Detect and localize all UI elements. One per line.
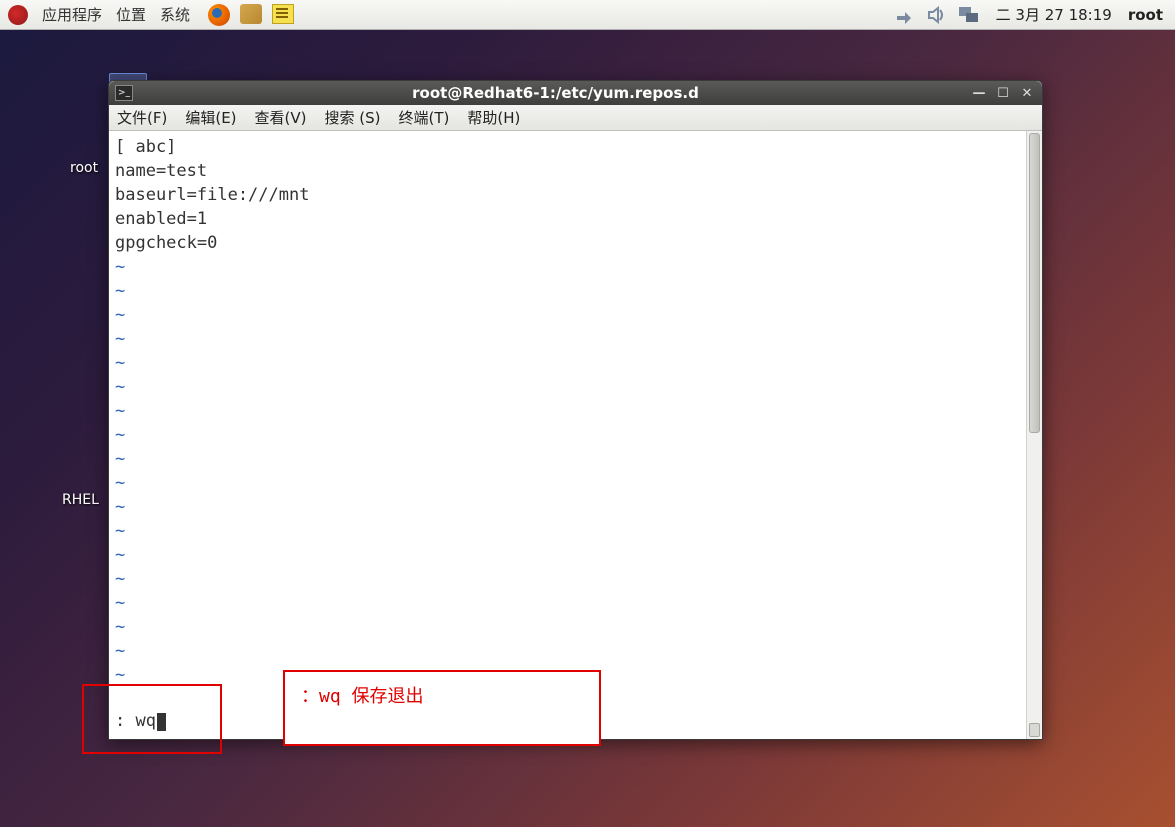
terminal-content[interactable]: [ abc] name=test baseurl=file:///mnt ena… — [109, 131, 1026, 739]
maximize-button[interactable]: ☐ — [994, 85, 1012, 101]
terminal-app-icon: >_ — [115, 85, 133, 101]
menu-view[interactable]: 查看(V) — [255, 107, 307, 128]
window-title: root@Redhat6-1:/etc/yum.repos.d — [141, 84, 970, 102]
sound-icon[interactable] — [926, 5, 948, 25]
terminal-window: >_ root@Redhat6-1:/etc/yum.repos.d — ☐ ✕… — [108, 80, 1043, 740]
vim-tilde: ~ — [115, 497, 125, 517]
menu-help[interactable]: 帮助(H) — [467, 107, 520, 128]
vim-tilde: ~ — [115, 401, 125, 421]
annotation-text: ：wq 保存退出 — [301, 682, 424, 708]
applications-menu[interactable]: 应用程序 — [42, 4, 102, 25]
file-line: enabled=1 — [115, 209, 207, 229]
vim-tilde: ~ — [115, 545, 125, 565]
annotation-callout: ：wq 保存退出 — [283, 670, 601, 746]
clock[interactable]: 二 3月 27 18:19 — [996, 4, 1112, 25]
top-panel: 应用程序 位置 系统 二 3月 27 18:19 root — [0, 0, 1175, 30]
vim-tilde: ~ — [115, 569, 125, 589]
scrollbar-down-arrow[interactable] — [1029, 723, 1040, 737]
scrollbar-thumb[interactable] — [1029, 133, 1040, 433]
vim-tilde: ~ — [115, 305, 125, 325]
file-line: gpgcheck=0 — [115, 233, 217, 253]
user-menu[interactable]: root — [1128, 6, 1163, 24]
vim-tilde: ~ — [115, 593, 125, 613]
menu-search[interactable]: 搜索 (S) — [325, 107, 381, 128]
redhat-logo-icon[interactable] — [8, 5, 28, 25]
file-line: name=test — [115, 161, 207, 181]
scrollbar[interactable] — [1026, 131, 1042, 739]
vim-tilde: ~ — [115, 521, 125, 541]
menu-terminal[interactable]: 终端(T) — [399, 107, 450, 128]
firefox-icon[interactable] — [208, 4, 230, 26]
menu-file[interactable]: 文件(F) — [117, 107, 167, 128]
close-button[interactable]: ✕ — [1018, 85, 1036, 101]
titlebar[interactable]: >_ root@Redhat6-1:/etc/yum.repos.d — ☐ ✕ — [109, 81, 1042, 105]
vim-tilde: ~ — [115, 377, 125, 397]
network-update-icon[interactable] — [894, 5, 916, 25]
file-line: baseurl=file:///mnt — [115, 185, 309, 205]
minimize-button[interactable]: — — [970, 85, 988, 101]
vim-tilde: ~ — [115, 617, 125, 637]
system-menu[interactable]: 系统 — [160, 4, 190, 25]
vim-tilde: ~ — [115, 329, 125, 349]
vim-tilde: ~ — [115, 473, 125, 493]
vim-tilde: ~ — [115, 257, 125, 277]
desktop-label-rhel[interactable]: RHEL — [62, 492, 99, 508]
vim-tilde: ~ — [115, 449, 125, 469]
file-line: [ abc] — [115, 137, 176, 157]
tray-area: 二 3月 27 18:19 root — [894, 4, 1167, 25]
network-icon[interactable] — [958, 5, 980, 25]
vim-tilde: ~ — [115, 665, 125, 685]
annotation-box-wq — [82, 684, 222, 754]
vim-tilde: ~ — [115, 425, 125, 445]
menu-edit[interactable]: 编辑(E) — [185, 107, 236, 128]
vim-tilde: ~ — [115, 641, 125, 661]
vim-tilde: ~ — [115, 353, 125, 373]
package-manager-icon[interactable] — [240, 4, 262, 24]
quick-launch — [208, 4, 294, 26]
menubar: 文件(F) 编辑(E) 查看(V) 搜索 (S) 终端(T) 帮助(H) — [109, 105, 1042, 131]
places-menu[interactable]: 位置 — [116, 4, 146, 25]
vim-tilde: ~ — [115, 281, 125, 301]
text-editor-icon[interactable] — [272, 4, 294, 24]
window-controls: — ☐ ✕ — [970, 85, 1036, 101]
desktop-label-root[interactable]: root — [70, 160, 98, 176]
terminal-body: [ abc] name=test baseurl=file:///mnt ena… — [109, 131, 1042, 739]
